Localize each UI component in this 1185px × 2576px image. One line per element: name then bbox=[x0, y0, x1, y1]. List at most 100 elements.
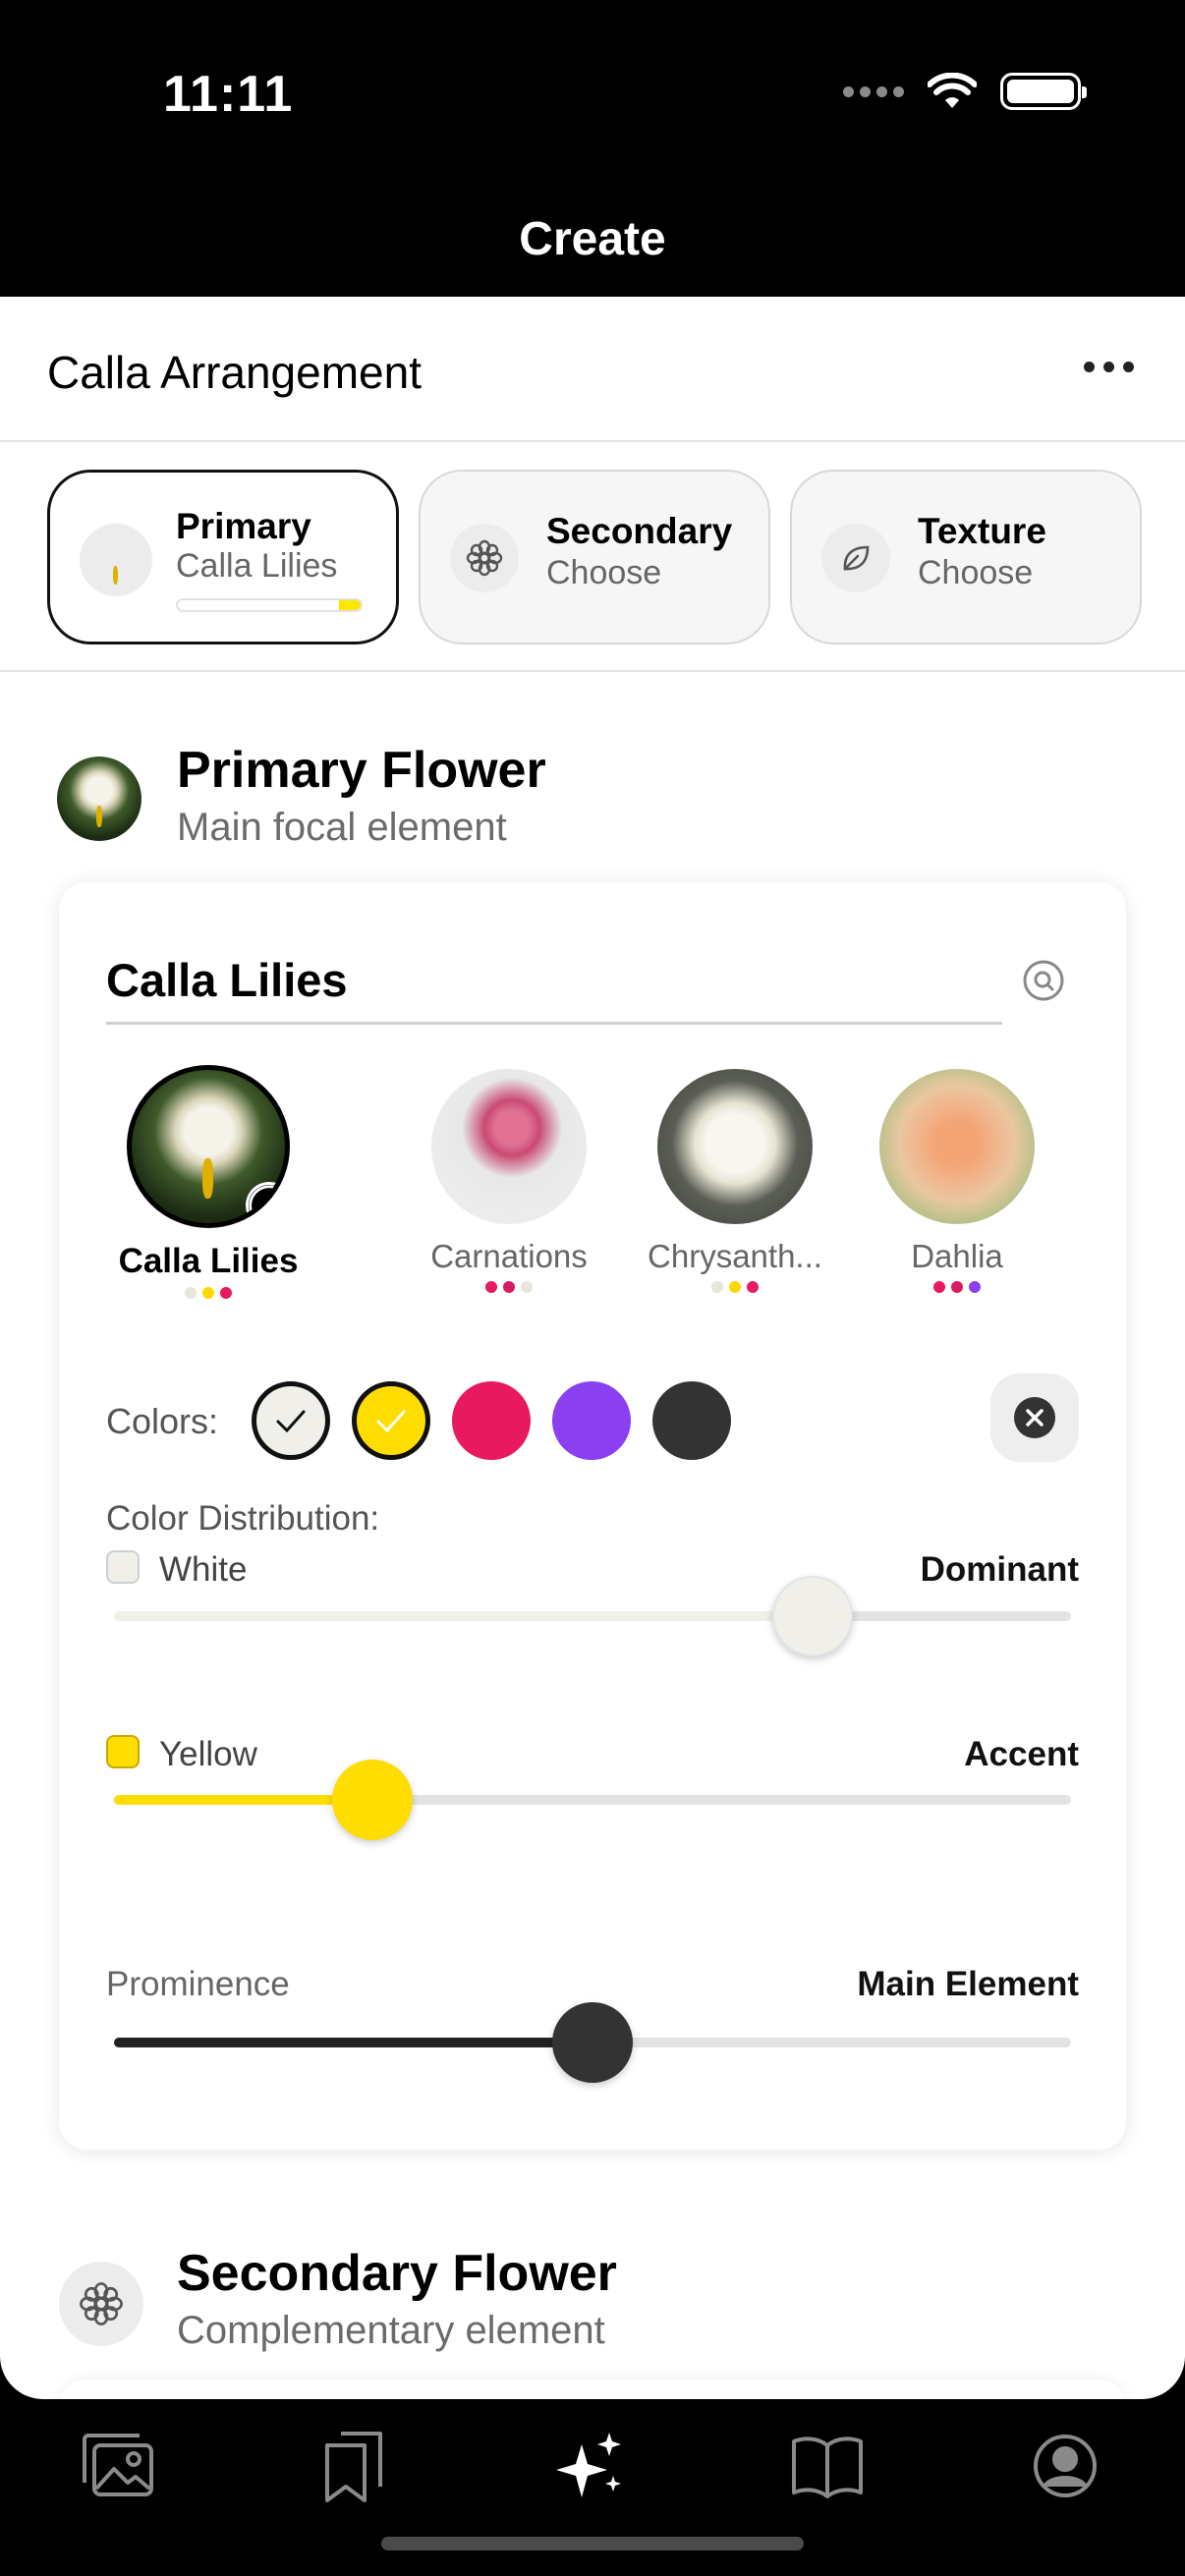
secondary-flower-card bbox=[59, 2380, 1126, 2399]
color-dot bbox=[933, 1281, 945, 1293]
yellow-distribution-level: Accent bbox=[964, 1735, 1079, 1773]
white-distribution-level: Dominant bbox=[920, 1550, 1079, 1589]
flower-name: Dahlia bbox=[911, 1238, 1003, 1274]
flower-option[interactable]: Dahlia bbox=[849, 1055, 1065, 1293]
checkmark-icon bbox=[246, 1182, 285, 1223]
calla-lily-thumbnail bbox=[80, 524, 152, 596]
color-dot bbox=[969, 1281, 981, 1293]
flower-color-dots bbox=[401, 1281, 617, 1293]
tab-texture-label: Texture bbox=[918, 511, 1046, 551]
white-distribution-slider[interactable] bbox=[114, 1576, 1071, 1656]
bookmarks-icon[interactable] bbox=[314, 2427, 393, 2505]
white-distribution-name: White bbox=[159, 1550, 248, 1589]
checkmark-icon bbox=[276, 1410, 306, 1433]
dahlia-image bbox=[879, 1069, 1035, 1224]
search-underline bbox=[106, 1022, 1002, 1025]
color-swatch-charcoal[interactable] bbox=[652, 1381, 731, 1460]
flower-option[interactable]: Chrysanth... bbox=[627, 1055, 843, 1293]
flower-option-partial[interactable] bbox=[1071, 1055, 1081, 1224]
flower-color-dots bbox=[100, 1287, 316, 1299]
tab-texture-value: Choose bbox=[918, 554, 1034, 591]
battery-icon bbox=[1000, 73, 1087, 110]
color-swatches bbox=[252, 1381, 731, 1460]
arrangement-title: Calla Arrangement bbox=[47, 347, 422, 398]
color-swatch-purple[interactable] bbox=[552, 1381, 631, 1460]
tab-primary-progress bbox=[176, 598, 363, 612]
color-swatch-white[interactable] bbox=[252, 1381, 330, 1460]
flower-color-dots bbox=[627, 1281, 843, 1293]
prominence-label: Prominence bbox=[106, 1965, 290, 2003]
flower-name: Chrysanth... bbox=[648, 1238, 822, 1274]
home-indicator bbox=[381, 2537, 804, 2550]
tab-texture[interactable]: Texture Choose bbox=[790, 470, 1142, 644]
color-dot bbox=[729, 1281, 741, 1293]
tab-primary-value: Calla Lilies bbox=[176, 547, 338, 585]
calla-lily-image bbox=[127, 1065, 290, 1228]
flower-name: Calla Lilies bbox=[118, 1242, 299, 1280]
tab-secondary-value: Choose bbox=[546, 554, 662, 591]
flower-icon bbox=[450, 524, 519, 592]
tab-secondary[interactable]: Secondary Choose bbox=[419, 470, 770, 644]
flower-name: Carnations bbox=[430, 1238, 588, 1274]
slider-thumb[interactable] bbox=[331, 1760, 413, 1840]
color-distribution-label: Color Distribution: bbox=[106, 1499, 380, 1538]
secondary-section-subtitle: Complementary element bbox=[177, 2309, 605, 2352]
leaf-icon bbox=[821, 524, 890, 592]
status-bar: 11:11 bbox=[0, 0, 1185, 157]
book-icon[interactable] bbox=[788, 2427, 867, 2505]
color-dot bbox=[521, 1281, 533, 1293]
color-dot bbox=[220, 1287, 232, 1299]
yellow-distribution-slider[interactable] bbox=[114, 1760, 1071, 1840]
chrysanthemum-image bbox=[657, 1069, 813, 1224]
color-swatch-pink[interactable] bbox=[452, 1381, 531, 1460]
more-options-icon[interactable] bbox=[1084, 362, 1134, 372]
primary-flower-icon bbox=[57, 756, 141, 841]
white-color-indicator bbox=[106, 1550, 140, 1584]
color-dot bbox=[951, 1281, 963, 1293]
flower-option[interactable]: Calla Lilies bbox=[100, 1055, 316, 1299]
flower-color-dots bbox=[849, 1281, 1065, 1293]
gallery-icon[interactable] bbox=[79, 2427, 157, 2505]
tab-primary[interactable]: Primary Calla Lilies bbox=[47, 470, 399, 644]
page-title: Create bbox=[519, 213, 666, 265]
slider-thumb[interactable] bbox=[772, 1576, 854, 1656]
element-tabs: Primary Calla Lilies Secondary Choose Te… bbox=[0, 442, 1185, 672]
flower-search-input[interactable]: Calla Lilies bbox=[106, 953, 348, 1007]
color-dot bbox=[503, 1281, 515, 1293]
create-sparkles-icon[interactable] bbox=[550, 2427, 629, 2505]
arrangement-header: Calla Arrangement bbox=[0, 297, 1185, 442]
clear-colors-button[interactable] bbox=[990, 1373, 1079, 1462]
color-dot bbox=[202, 1287, 214, 1299]
nav-bar: Create bbox=[0, 157, 1185, 297]
close-icon bbox=[1014, 1397, 1055, 1438]
flower-carousel[interactable]: Calla Lilies Carnations Chrysanth... Dah… bbox=[59, 1055, 1081, 1311]
content-sheet: Calla Arrangement Primary Calla Lilies S… bbox=[0, 297, 1185, 2399]
color-dot bbox=[185, 1287, 197, 1299]
color-swatch-yellow[interactable] bbox=[352, 1381, 430, 1460]
color-dot bbox=[711, 1281, 723, 1293]
colors-label: Colors: bbox=[106, 1401, 219, 1441]
flower-icon bbox=[59, 2262, 143, 2346]
primary-section-subtitle: Main focal element bbox=[177, 806, 507, 849]
prominence-slider[interactable] bbox=[114, 2002, 1071, 2083]
status-icons bbox=[843, 73, 1087, 110]
signal-icon bbox=[843, 85, 904, 97]
primary-section-title: Primary Flower bbox=[177, 742, 546, 799]
yellow-color-indicator bbox=[106, 1735, 140, 1768]
secondary-section-title: Secondary Flower bbox=[177, 2245, 617, 2302]
tab-secondary-label: Secondary bbox=[546, 511, 733, 551]
tab-primary-label: Primary bbox=[176, 506, 311, 546]
wifi-icon bbox=[928, 73, 977, 108]
flower-option[interactable]: Carnations bbox=[401, 1055, 617, 1293]
checkmark-icon bbox=[376, 1410, 406, 1433]
slider-thumb[interactable] bbox=[552, 2002, 633, 2083]
color-dot bbox=[747, 1281, 759, 1293]
carnation-image bbox=[431, 1069, 587, 1224]
primary-flower-card: Calla Lilies Calla Lilies Carnations Chr… bbox=[59, 882, 1126, 2150]
color-dot bbox=[485, 1281, 497, 1293]
profile-icon[interactable] bbox=[1026, 2427, 1104, 2505]
prominence-value: Main Element bbox=[857, 1965, 1079, 2003]
yellow-distribution-name: Yellow bbox=[159, 1735, 257, 1773]
search-icon[interactable] bbox=[1022, 959, 1065, 1002]
status-time: 11:11 bbox=[163, 66, 294, 123]
